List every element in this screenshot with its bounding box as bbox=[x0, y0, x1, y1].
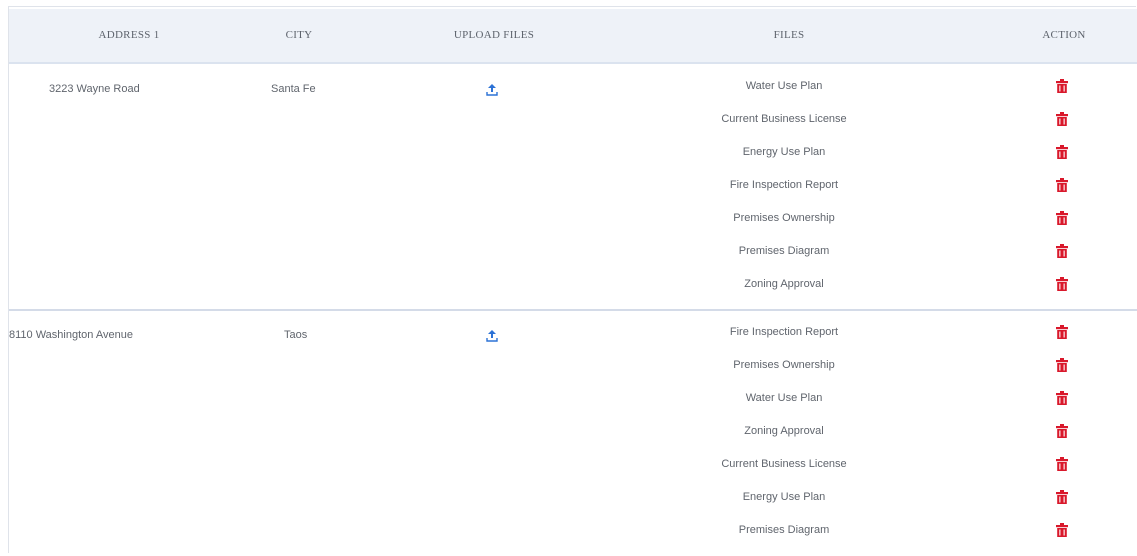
file-name[interactable]: Energy Use Plan bbox=[689, 491, 879, 503]
file-name[interactable]: Energy Use Plan bbox=[689, 146, 879, 158]
delete-file-button[interactable] bbox=[1056, 277, 1070, 293]
delete-file-button[interactable] bbox=[1056, 79, 1070, 95]
column-header-address: ADDRESS 1 bbox=[98, 29, 160, 41]
table-row-group: 8110 Washington Avenue Taos Fire Inspectio… bbox=[9, 313, 1137, 556]
file-name[interactable]: Fire Inspection Report bbox=[689, 326, 879, 338]
file-row: Premises Ownership bbox=[9, 203, 1137, 236]
file-row: Premises Diagram bbox=[9, 515, 1137, 548]
column-header-upload-files: UPLOAD FILES bbox=[453, 29, 535, 41]
trash-icon bbox=[1056, 277, 1068, 291]
file-row: Water Use Plan bbox=[9, 383, 1137, 416]
file-name[interactable]: Fire Inspection Report bbox=[689, 179, 879, 191]
row-divider bbox=[9, 309, 1137, 311]
file-row: Zoning Approval bbox=[9, 269, 1137, 302]
trash-icon bbox=[1056, 325, 1068, 339]
file-row: Fire Inspection Report bbox=[9, 170, 1137, 203]
trash-icon bbox=[1056, 523, 1068, 537]
trash-icon bbox=[1056, 112, 1068, 126]
file-row: Energy Use Plan bbox=[9, 482, 1137, 515]
trash-icon bbox=[1056, 178, 1068, 192]
file-row: Zoning Approval bbox=[9, 416, 1137, 449]
delete-file-button[interactable] bbox=[1056, 391, 1070, 407]
table-header: ADDRESS 1 CITY UPLOAD FILES FILES ACTION bbox=[9, 9, 1137, 64]
trash-icon bbox=[1056, 490, 1068, 504]
file-row: Fire Inspection Report bbox=[9, 317, 1137, 350]
file-name[interactable]: Premises Ownership bbox=[689, 359, 879, 371]
column-header-files: FILES bbox=[773, 29, 805, 41]
column-header-city: CITY bbox=[285, 29, 313, 41]
delete-file-button[interactable] bbox=[1056, 244, 1070, 260]
delete-file-button[interactable] bbox=[1056, 490, 1070, 506]
file-name[interactable]: Water Use Plan bbox=[689, 392, 879, 404]
trash-icon bbox=[1056, 391, 1068, 405]
file-name[interactable]: Premises Ownership bbox=[689, 212, 879, 224]
file-name[interactable]: Current Business License bbox=[689, 458, 879, 470]
trash-icon bbox=[1056, 244, 1068, 258]
delete-file-button[interactable] bbox=[1056, 112, 1070, 128]
delete-file-button[interactable] bbox=[1056, 358, 1070, 374]
file-row: Premises Ownership bbox=[9, 350, 1137, 383]
trash-icon bbox=[1056, 457, 1068, 471]
file-row: Water Use Plan bbox=[9, 71, 1137, 104]
file-row: Current Business License bbox=[9, 449, 1137, 482]
file-row: Current Business License bbox=[9, 104, 1137, 137]
trash-icon bbox=[1056, 211, 1068, 225]
file-row: Premises Diagram bbox=[9, 236, 1137, 269]
file-name[interactable]: Premises Diagram bbox=[689, 245, 879, 257]
delete-file-button[interactable] bbox=[1056, 211, 1070, 227]
delete-file-button[interactable] bbox=[1056, 178, 1070, 194]
delete-file-button[interactable] bbox=[1056, 325, 1070, 341]
file-name[interactable]: Premises Diagram bbox=[689, 524, 879, 536]
files-table: ADDRESS 1 CITY UPLOAD FILES FILES ACTION… bbox=[8, 6, 1137, 556]
trash-icon bbox=[1056, 424, 1068, 438]
trash-icon bbox=[1056, 145, 1068, 159]
file-name[interactable]: Current Business License bbox=[689, 113, 879, 125]
column-header-action: ACTION bbox=[1042, 29, 1086, 41]
file-name[interactable]: Zoning Approval bbox=[689, 278, 879, 290]
delete-file-button[interactable] bbox=[1056, 424, 1070, 440]
table-row-group: 3223 Wayne Road Santa Fe Water Use Plan Cur… bbox=[9, 67, 1137, 310]
trash-icon bbox=[1056, 79, 1068, 93]
file-name[interactable]: Water Use Plan bbox=[689, 80, 879, 92]
delete-file-button[interactable] bbox=[1056, 145, 1070, 161]
trash-icon bbox=[1056, 358, 1068, 372]
delete-file-button[interactable] bbox=[1056, 457, 1070, 473]
file-name[interactable]: Zoning Approval bbox=[689, 425, 879, 437]
delete-file-button[interactable] bbox=[1056, 523, 1070, 539]
file-row: Energy Use Plan bbox=[9, 137, 1137, 170]
